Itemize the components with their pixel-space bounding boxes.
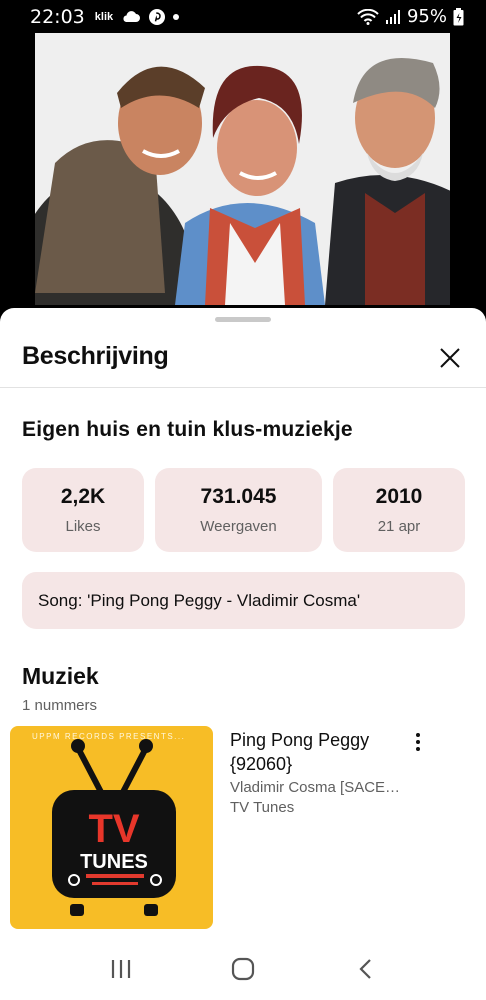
- stat-label: Weergaven: [200, 518, 277, 535]
- more-vert-icon-dot: [416, 747, 420, 751]
- track-artist: Vladimir Cosma [SACE…: [230, 779, 401, 796]
- stat-label: 21 apr: [377, 518, 421, 535]
- album-logo-line1: TV: [88, 807, 139, 851]
- home-icon: [231, 957, 255, 981]
- drag-handle[interactable]: [215, 317, 271, 322]
- stat-label: Likes: [65, 518, 101, 535]
- signal-icon: [385, 9, 401, 24]
- stat-likes: 2,2K Likes: [22, 468, 144, 552]
- recent-apps-icon: [111, 960, 131, 978]
- status-bar: 22:03 klik 95%: [0, 0, 486, 33]
- description-sheet: Beschrijving Eigen huis en tuin klus-muz…: [0, 308, 486, 938]
- music-section-title: Muziek: [22, 663, 99, 689]
- stat-value: 731.045: [200, 485, 277, 508]
- dot-icon: [173, 13, 180, 20]
- notification-icons: klik: [94, 8, 180, 25]
- system-nav-bar: [0, 938, 486, 1000]
- wifi-icon: [357, 8, 379, 25]
- system-icons: 95%: [357, 6, 464, 27]
- cloud-icon: [121, 10, 141, 23]
- track-info: Ping Pong Peggy {92060} Vladimir Cosma […: [230, 728, 425, 816]
- stat-value: 2,2K: [60, 485, 106, 508]
- stats-row: 2,2K Likes 731.045 Weergaven 2010 21 apr: [22, 468, 465, 552]
- more-vert-icon-dot: [416, 740, 420, 744]
- video-still-image: [35, 33, 450, 305]
- klik-icon: klik: [94, 10, 114, 23]
- close-icon: [440, 348, 460, 368]
- home-button[interactable]: [223, 949, 263, 989]
- sheet-header: Beschrijving: [0, 326, 486, 388]
- more-vert-icon: [416, 733, 420, 737]
- back-button[interactable]: [345, 949, 385, 989]
- back-icon: [359, 959, 371, 979]
- description-box[interactable]: Song: 'Ping Pong Peggy - Vladimir Cosma': [22, 572, 465, 629]
- track-title: Ping Pong Peggy {92060}: [230, 730, 370, 774]
- sheet-title: Beschrijving: [22, 342, 169, 370]
- stat-date: 2010 21 apr: [333, 468, 465, 552]
- more-options-button[interactable]: [406, 728, 430, 756]
- recent-apps-button[interactable]: [101, 949, 141, 989]
- music-track-count: 1 nummers: [22, 697, 98, 714]
- description-text: Song: 'Ping Pong Peggy - Vladimir Cosma': [38, 590, 361, 610]
- video-frame[interactable]: [35, 33, 450, 305]
- tv-icon: TV TUNES: [52, 739, 176, 916]
- album-art: UPPM RECORDS PRESENTS... TV TUNES: [10, 726, 213, 929]
- battery-percent: 95%: [406, 6, 447, 27]
- battery-icon: [453, 7, 464, 26]
- video-player[interactable]: [0, 33, 486, 338]
- stat-value: 2010: [375, 485, 423, 508]
- close-button[interactable]: [432, 340, 468, 376]
- video-title: Eigen huis en tuin klus-muziekje: [22, 418, 353, 441]
- pinterest-icon: [149, 8, 166, 25]
- music-track-item[interactable]: UPPM RECORDS PRESENTS... TV TUNES Ping P…: [10, 726, 476, 930]
- album-logo-line2: TUNES: [80, 851, 148, 873]
- status-time: 22:03: [30, 5, 85, 28]
- stat-views: 731.045 Weergaven: [155, 468, 322, 552]
- track-album: TV Tunes: [230, 799, 295, 816]
